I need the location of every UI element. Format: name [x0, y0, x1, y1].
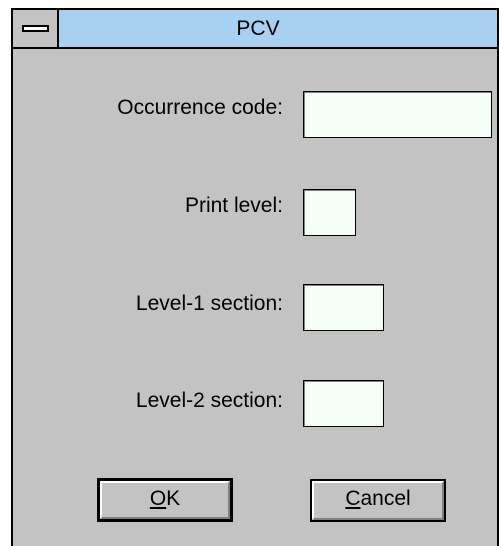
print-level-label: Print level:: [184, 194, 283, 217]
dialog-window: PCV Occurrence code: Print level: Level-…: [11, 8, 499, 546]
cancel-label-rest: ancel: [360, 487, 411, 510]
occurrence-code-label: Occurrence code:: [117, 96, 283, 119]
level2-section-label: Level-2 section:: [135, 389, 283, 412]
ok-mnemonic: O: [149, 487, 167, 510]
system-menu-button[interactable]: [13, 10, 59, 47]
occurrence-code-input[interactable]: [303, 91, 492, 138]
level1-section-input[interactable]: [303, 284, 384, 331]
title-bar: PCV: [13, 10, 497, 49]
ok-label-rest: K: [166, 487, 181, 510]
level2-section-input[interactable]: [303, 380, 384, 427]
cancel-button[interactable]: Cancel: [310, 479, 446, 522]
system-menu-icon: [22, 25, 49, 32]
ok-button[interactable]: OK: [97, 478, 233, 522]
cancel-mnemonic: C: [345, 487, 361, 510]
level1-section-label: Level-1 section:: [135, 292, 283, 315]
print-level-input[interactable]: [303, 189, 356, 236]
window-title: PCV: [236, 17, 280, 40]
